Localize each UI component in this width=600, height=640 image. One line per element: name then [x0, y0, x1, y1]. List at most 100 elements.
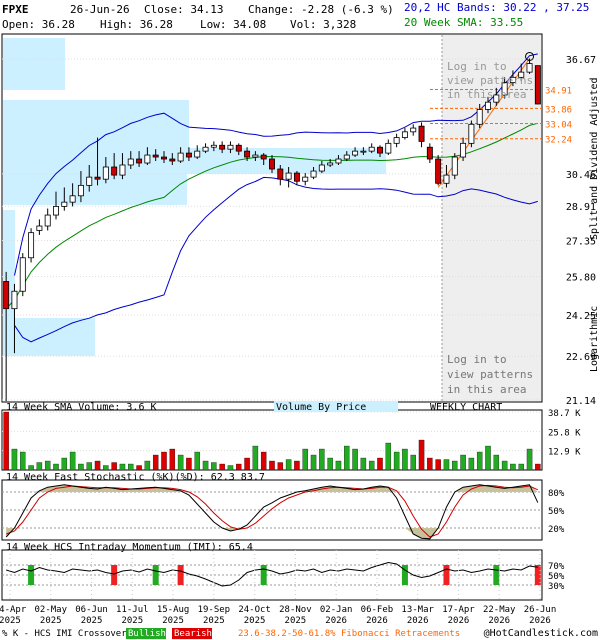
- stock-chart: 36.6730.4628.9127.3525.8024.2522.6921.14…: [0, 33, 600, 639]
- fib-label: 33.04: [545, 121, 572, 131]
- volume-bar: [152, 454, 159, 471]
- candle-bullish: [385, 142, 392, 154]
- candle-bearish: [94, 176, 101, 180]
- x-tick-month: 15-Aug: [157, 605, 190, 615]
- volume-bar: [460, 454, 466, 471]
- candle-bullish: [86, 176, 93, 186]
- volume-bar: [78, 463, 84, 471]
- volume-bar: [377, 457, 383, 471]
- imi-bullish-marker: [260, 565, 267, 585]
- volume-bar: [194, 451, 200, 471]
- candle-bullish: [460, 142, 467, 158]
- imi-bullish-marker: [28, 565, 35, 585]
- x-tick-year: 2026: [325, 616, 347, 626]
- login-prompt: view patterns: [447, 368, 533, 381]
- x-tick-year: 2025: [162, 616, 184, 626]
- volume-bar: [485, 445, 491, 471]
- candle-bearish: [377, 146, 383, 154]
- volume-bar: [44, 460, 51, 471]
- volume-bar: [69, 451, 76, 471]
- candle-bearish: [111, 166, 118, 176]
- x-tick-year: 2025: [203, 616, 225, 626]
- x-tick-year: 2026: [366, 616, 388, 626]
- volume-by-price-bar: [3, 210, 15, 260]
- candle-bullish: [77, 184, 84, 197]
- candle-bearish: [418, 125, 425, 142]
- x-tick-month: 02-May: [35, 605, 68, 615]
- x-tick-month: 17-Apr: [442, 605, 475, 615]
- imi-title: 14 Week HCS Intraday Momentum (IMI): 65.…: [6, 542, 253, 553]
- volume-bar: [410, 454, 416, 471]
- volume-bar: [53, 463, 59, 471]
- x-tick-month: 13-Mar: [401, 605, 434, 615]
- volume-bar: [335, 460, 342, 471]
- candle-bearish: [185, 152, 192, 158]
- volume-bar: [277, 462, 284, 471]
- vbp-label: Volume By Price: [276, 402, 366, 413]
- volume-by-price-bar: [3, 38, 65, 90]
- candle-bullish: [476, 109, 483, 125]
- x-tick-year: 2026: [407, 616, 429, 626]
- candle-bullish: [177, 152, 184, 162]
- x-tick-year: 2026: [529, 616, 551, 626]
- volume-bar: [20, 451, 26, 471]
- candle-bullish: [302, 176, 309, 182]
- stochastic-title: 14 Week Fast Stochastic (%K)(%D): 62.3 8…: [6, 472, 265, 483]
- candle-bullish: [11, 290, 18, 310]
- candle-bearish: [269, 158, 275, 170]
- candle-bearish: [3, 281, 10, 310]
- x-tick-year: 2025: [0, 616, 21, 626]
- volume-bar: [352, 448, 358, 471]
- volume-bar: [202, 460, 209, 471]
- candle-bearish: [169, 158, 176, 162]
- volume-bar: [476, 451, 483, 471]
- candle-bearish: [435, 158, 442, 184]
- x-tick-month: 19-Sep: [198, 605, 231, 615]
- candle-bearish: [235, 144, 242, 152]
- volume-bar: [219, 463, 225, 471]
- candle-bullish: [144, 154, 151, 164]
- volume-bar: [211, 462, 217, 471]
- volume-bar: [344, 445, 350, 471]
- x-tick-month: 06-Feb: [361, 605, 394, 615]
- candle-bullish: [310, 170, 317, 178]
- imi-bullish-marker: [493, 565, 500, 585]
- volume-bar: [61, 457, 68, 471]
- candle-bearish: [534, 65, 541, 105]
- x-tick-year: 2025: [285, 616, 307, 626]
- volume-tick-label: 38.7 K: [548, 409, 581, 419]
- candle-bullish: [19, 257, 26, 292]
- candle-bullish: [252, 154, 259, 158]
- volume-bar: [111, 462, 117, 471]
- volume-bar: [435, 459, 441, 471]
- bullish-legend-label: Bullish: [128, 629, 166, 639]
- candle-bullish: [202, 146, 209, 152]
- candle-bullish: [227, 144, 234, 150]
- volume-bar: [368, 460, 375, 471]
- fib-legend-label: 23.6-38.2-50-61.8% Fibonacci Retracement…: [238, 629, 460, 639]
- candle-bearish: [152, 154, 159, 158]
- candle-bullish: [485, 101, 491, 110]
- volume-bar: [11, 448, 18, 471]
- footer-legend-prefix: % K - HCS IMI Crossover,: [2, 629, 132, 639]
- volume-tick-label: 12.9 K: [548, 448, 581, 458]
- volume-bar: [393, 451, 400, 471]
- x-tick-month: 04-Apr: [0, 605, 27, 615]
- weekly-chart-label: WEEKLY CHART: [430, 402, 502, 413]
- login-prompt: in this area: [447, 383, 526, 396]
- x-tick-month: 11-Jul: [116, 605, 149, 615]
- x-tick-year: 2025: [40, 616, 62, 626]
- x-tick-month: 28-Nov: [279, 605, 312, 615]
- side-label-log: Logarithmic: [589, 306, 600, 372]
- stochastic-tick-label: 80%: [548, 489, 565, 499]
- volume-bar: [103, 465, 109, 471]
- volume-bar: [510, 463, 516, 471]
- copyright-label: @HotCandlestick.com: [484, 628, 598, 639]
- imi-bearish-marker: [111, 565, 118, 585]
- candle-bullish: [194, 150, 201, 158]
- volume-bar: [144, 460, 151, 471]
- volume-bar: [518, 463, 524, 471]
- candle-bullish: [360, 150, 367, 153]
- x-tick-year: 2025: [244, 616, 266, 626]
- candle-bullish: [526, 63, 533, 73]
